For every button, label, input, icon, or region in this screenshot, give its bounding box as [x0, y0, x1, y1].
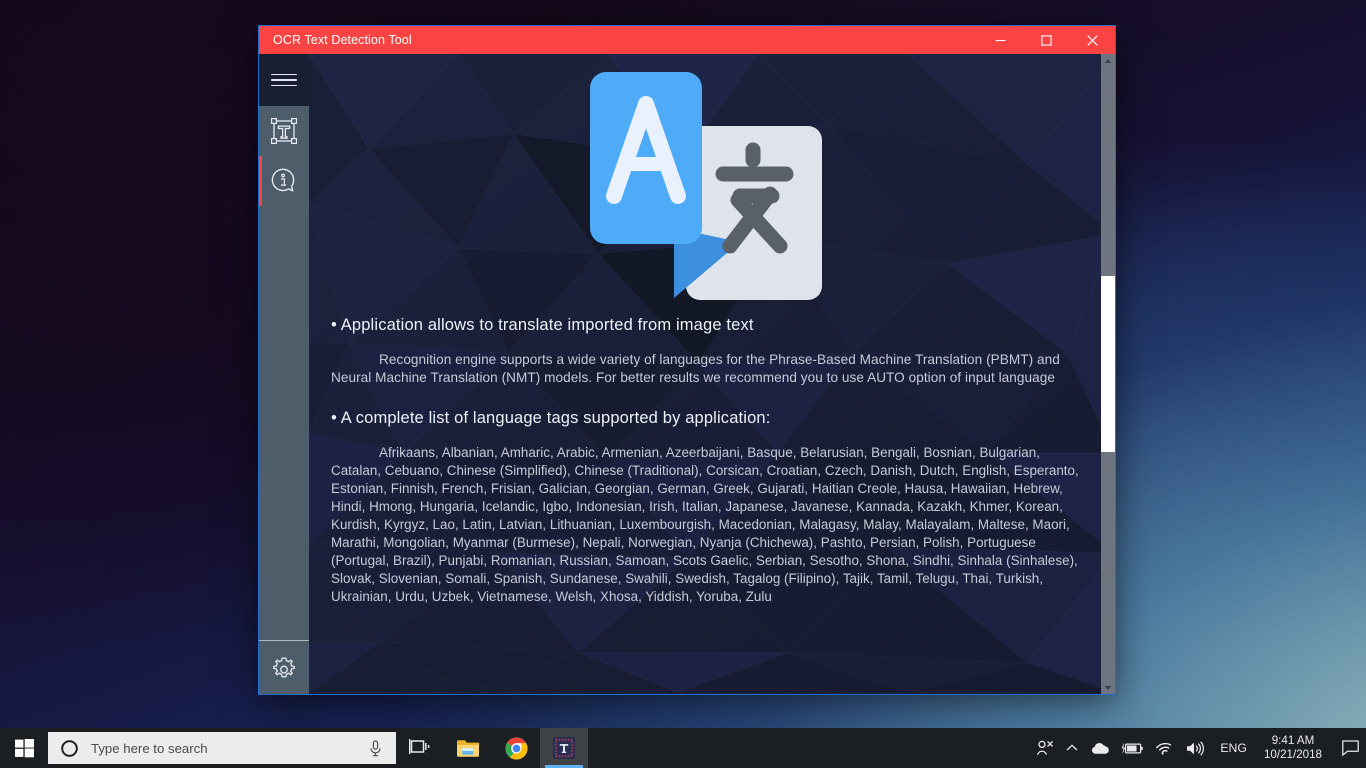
show-hidden-icons-chevron: [1066, 744, 1078, 751]
volume-icon: [1187, 741, 1205, 755]
language-list: Afrikaans, Albanian, Amharic, Arabic, Ar…: [325, 444, 1087, 606]
section-heading: • A complete list of language tags suppo…: [331, 409, 771, 428]
sidebar: [259, 54, 309, 694]
search-placeholder: Type here to search: [91, 740, 208, 756]
vertical-scrollbar[interactable]: [1101, 54, 1115, 694]
logo-container: [325, 54, 1087, 306]
language-list-text: Afrikaans, Albanian, Amharic, Arabic, Ar…: [331, 445, 1079, 605]
section-body-text: Recognition engine supports a wide varie…: [331, 352, 1060, 386]
hamburger-menu-button[interactable]: [259, 54, 309, 106]
battery-charging-icon: [1121, 741, 1144, 754]
action-center-icon: [1341, 740, 1359, 756]
window-title: OCR Text Detection Tool: [273, 33, 412, 47]
gear-icon: [273, 656, 295, 677]
chrome-button[interactable]: [492, 728, 540, 768]
translate-logo: [590, 72, 822, 300]
task-view-button[interactable]: [396, 728, 444, 768]
content-scroll-area[interactable]: • Application allows to translate import…: [309, 54, 1101, 694]
minimize-button[interactable]: [977, 26, 1023, 54]
task-view-icon: [409, 739, 430, 754]
sidebar-item-info[interactable]: [259, 156, 309, 206]
people-icon: [1037, 740, 1054, 756]
ocr-tool-button[interactable]: [540, 728, 588, 768]
people-button[interactable]: [1030, 728, 1060, 768]
file-explorer-button[interactable]: [444, 728, 492, 768]
onedrive-button[interactable]: [1084, 728, 1115, 768]
clock-date: 10/21/2018: [1263, 748, 1322, 761]
volume-button[interactable]: [1180, 728, 1211, 768]
search-input[interactable]: Type here to search: [48, 732, 396, 764]
folder-icon: [457, 739, 480, 757]
show-hidden-icons-button[interactable]: [1060, 728, 1084, 768]
clock-time: 9:41 AM: [1271, 734, 1315, 747]
ocr-app-icon: [553, 737, 575, 759]
microphone-icon[interactable]: [369, 739, 382, 757]
maximize-button[interactable]: [1023, 26, 1069, 54]
info-bubble-icon: [271, 168, 295, 192]
taskbar: Type here to search ENG 9:41 AM 10/21/20…: [0, 728, 1366, 768]
window-titlebar[interactable]: OCR Text Detection Tool: [259, 26, 1115, 54]
clock[interactable]: 9:41 AM 10/21/2018: [1256, 728, 1334, 768]
language-indicator[interactable]: ENG: [1211, 728, 1256, 768]
chrome-icon: [504, 736, 528, 760]
window-controls: [977, 26, 1115, 54]
text-selection-icon: [271, 118, 298, 145]
battery-button[interactable]: [1115, 728, 1149, 768]
sidebar-item-settings[interactable]: [259, 640, 309, 694]
close-button[interactable]: [1069, 26, 1115, 54]
window-body: • Application allows to translate import…: [259, 54, 1115, 694]
content-panel: • Application allows to translate import…: [309, 54, 1115, 694]
sidebar-item-text-detect[interactable]: [259, 106, 309, 156]
wifi-icon: [1156, 742, 1172, 755]
system-tray: ENG 9:41 AM 10/21/2018: [1030, 728, 1366, 768]
windows-start-icon: [14, 738, 34, 757]
cortana-circle-icon: [61, 739, 78, 757]
hamburger-menu-icon: [271, 70, 297, 91]
section-heading: • Application allows to translate import…: [331, 316, 754, 334]
scroll-up-arrow[interactable]: [1101, 54, 1115, 67]
scrollbar-thumb[interactable]: [1101, 276, 1115, 452]
ocr-tool-window: OCR Text Detection Tool • Application al…: [258, 25, 1116, 695]
onedrive-cloud-icon: [1092, 742, 1110, 754]
wifi-button[interactable]: [1149, 728, 1180, 768]
section-body: Recognition engine supports a wide varie…: [325, 351, 1087, 387]
start-button[interactable]: [0, 728, 48, 768]
action-center-button[interactable]: [1334, 728, 1366, 768]
scroll-down-arrow[interactable]: [1101, 681, 1115, 694]
